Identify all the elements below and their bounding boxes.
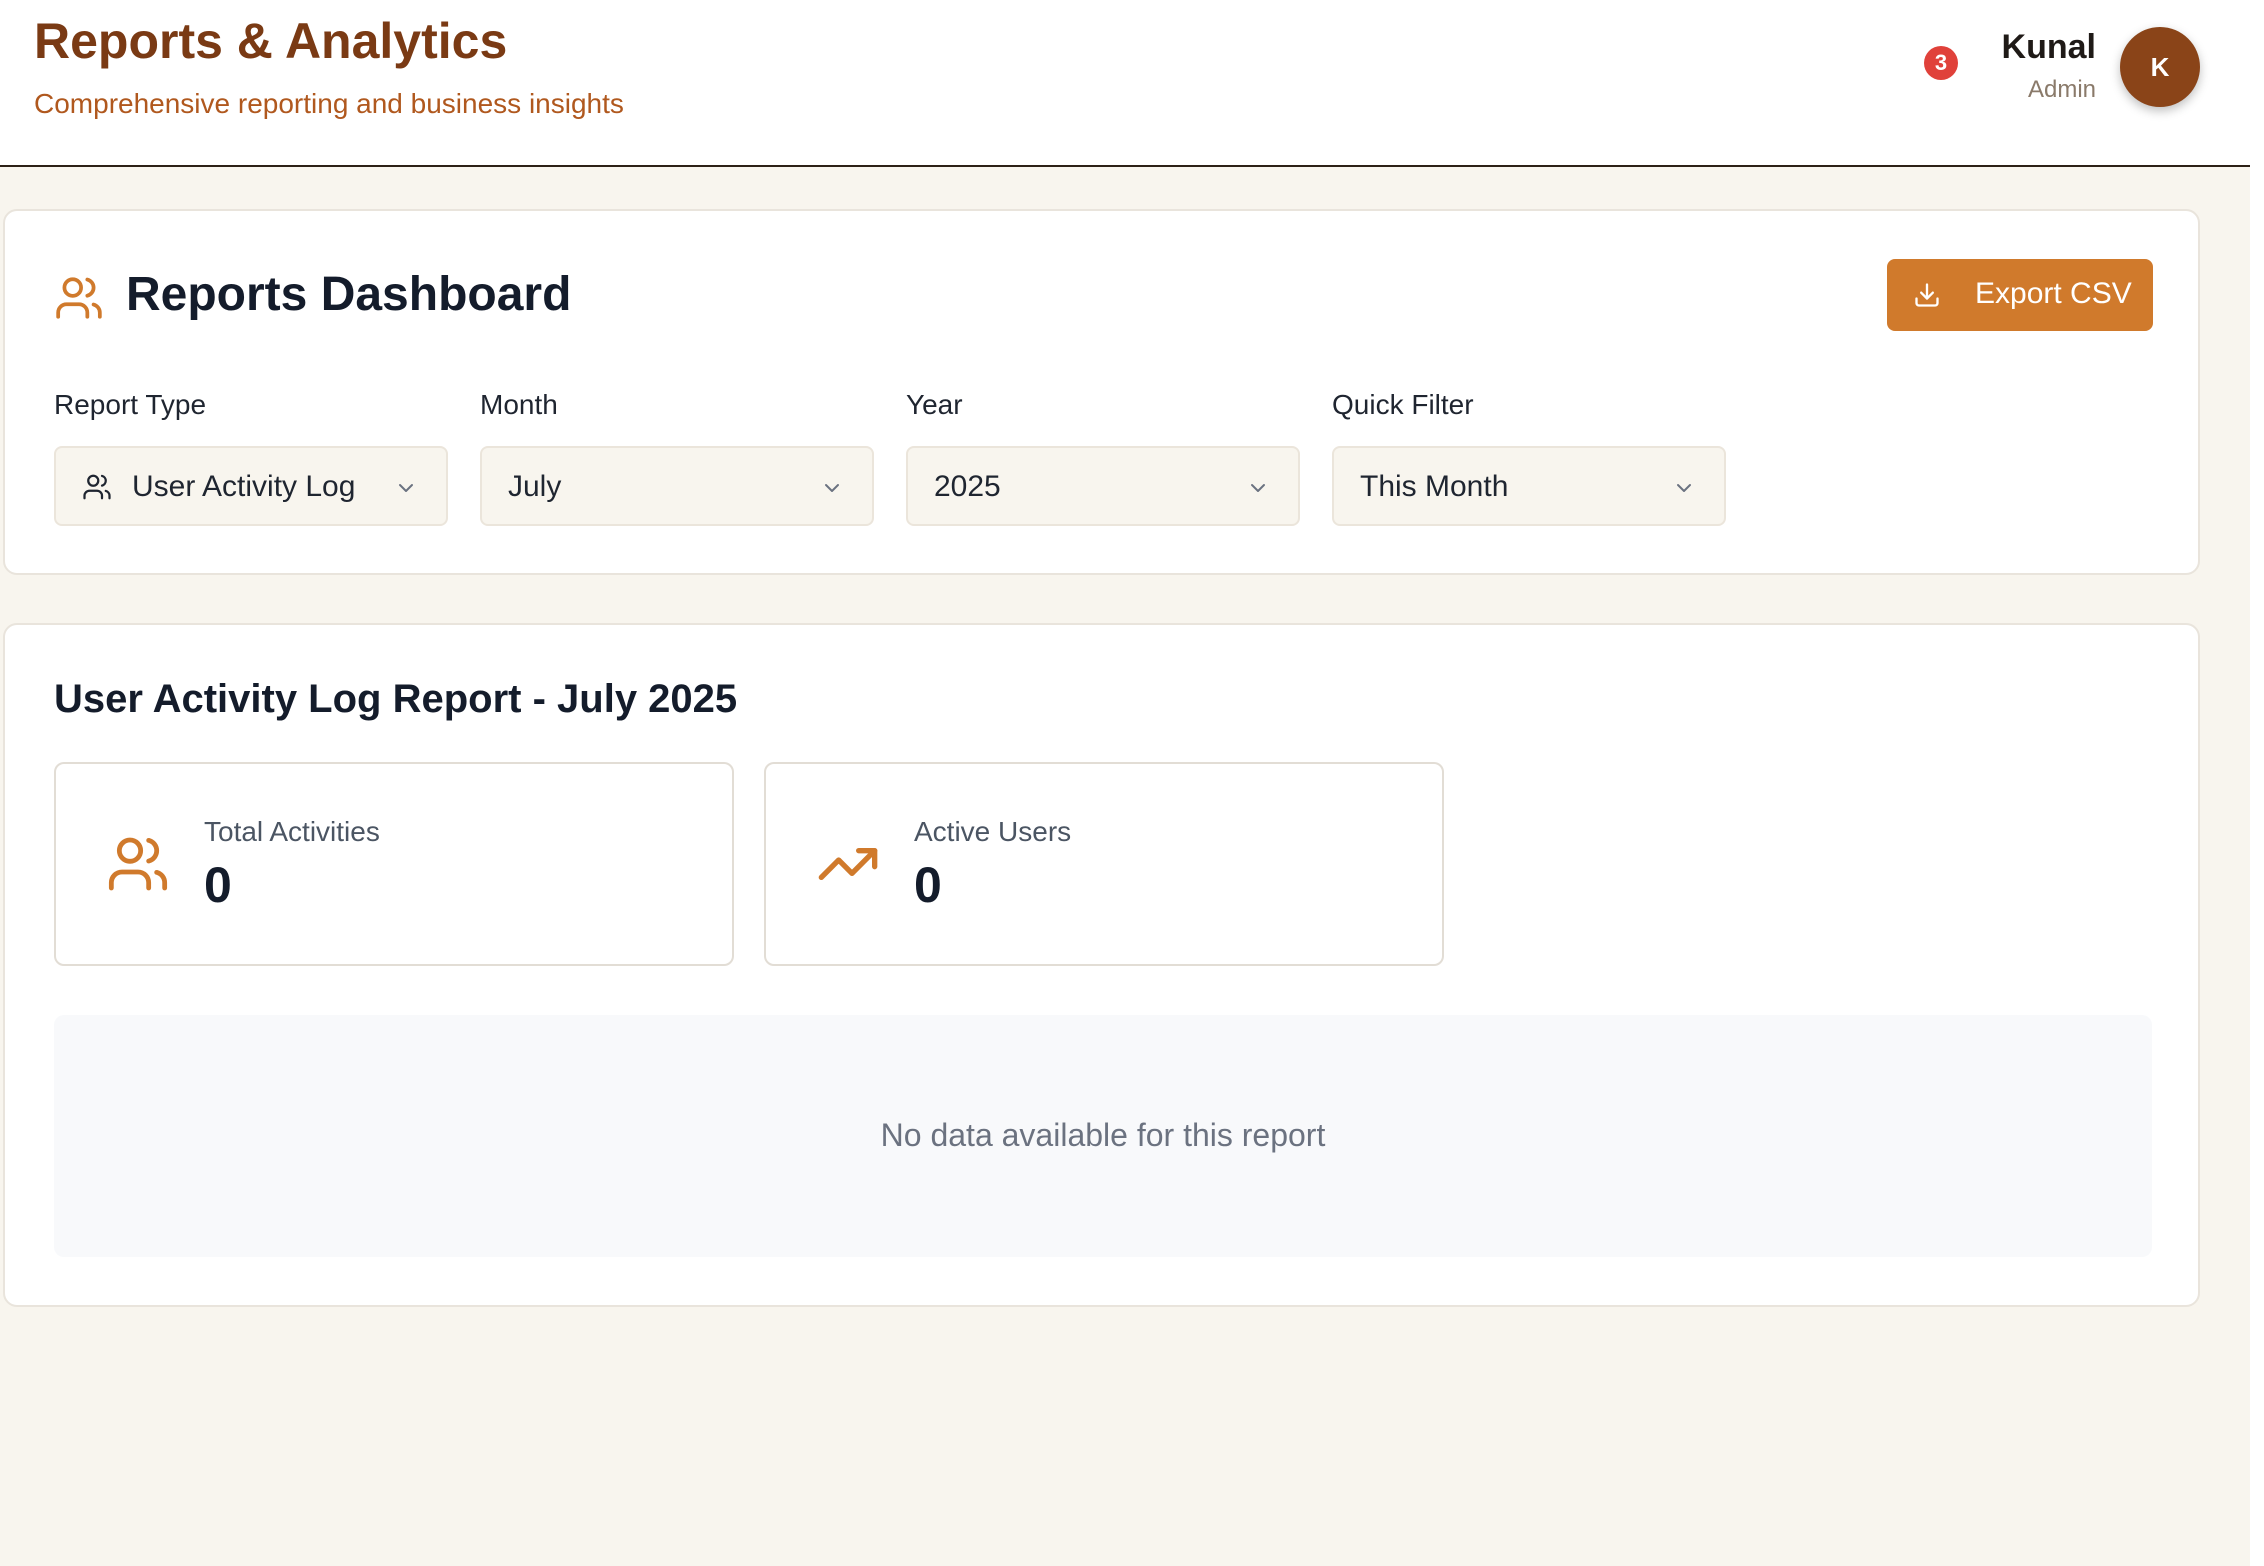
report-title: User Activity Log Report - July 2025 xyxy=(54,677,738,721)
user-role: Admin xyxy=(2027,76,2096,103)
month-select[interactable]: July xyxy=(480,446,874,526)
dashboard-title: Reports Dashboard xyxy=(126,268,572,321)
stat-card-total-activities: Total Activities 0 xyxy=(54,762,734,966)
stat-card-active-users: Active Users 0 xyxy=(764,762,1444,966)
users-icon xyxy=(108,837,168,891)
filter-label-year: Year xyxy=(906,389,963,420)
filter-label-month: Month xyxy=(480,389,558,420)
quick-filter-select[interactable]: This Month xyxy=(1332,446,1726,526)
month-value: July xyxy=(508,470,562,503)
stat-value: 0 xyxy=(204,857,232,913)
download-icon xyxy=(1915,283,1939,307)
filter-label-quick-filter: Quick Filter xyxy=(1332,389,1474,420)
avatar[interactable]: K xyxy=(2120,27,2200,107)
stat-label: Total Activities xyxy=(204,816,380,847)
page-title: Reports & Analytics xyxy=(34,13,508,69)
stat-label: Active Users xyxy=(914,816,1072,847)
quick-filter-value: This Month xyxy=(1360,470,1509,503)
chevron-down-icon xyxy=(399,484,413,492)
empty-state: No data available for this report xyxy=(54,1015,2152,1257)
year-value: 2025 xyxy=(934,470,1001,503)
notification-badge[interactable]: 3 xyxy=(1924,46,1958,80)
page: Reports & Analytics Comprehensive report… xyxy=(0,0,2250,1566)
chevron-down-icon xyxy=(1251,484,1265,492)
report-type-value: User Activity Log xyxy=(132,470,356,503)
year-select[interactable]: 2025 xyxy=(906,446,1300,526)
export-csv-label: Export CSV xyxy=(1975,277,2132,310)
reports-dashboard-card: Reports Dashboard Export CSV Report Type… xyxy=(3,209,2200,575)
export-csv-button[interactable]: Export CSV xyxy=(1887,259,2153,331)
empty-state-message: No data available for this report xyxy=(880,1117,1326,1153)
users-icon xyxy=(56,277,102,319)
filter-label-report-type: Report Type xyxy=(54,389,207,420)
report-type-select[interactable]: User Activity Log xyxy=(54,446,448,526)
user-name: Kunal xyxy=(2001,28,2096,66)
top-header: Reports & Analytics Comprehensive report… xyxy=(0,0,2250,167)
report-card: User Activity Log Report - July 2025 Tot… xyxy=(3,623,2200,1307)
page-subtitle: Comprehensive reporting and business ins… xyxy=(34,88,624,119)
users-icon xyxy=(83,474,111,500)
chevron-down-icon xyxy=(825,484,839,492)
chevron-down-icon xyxy=(1677,484,1691,492)
trending-up-icon xyxy=(818,848,878,880)
stat-value: 0 xyxy=(914,857,942,913)
